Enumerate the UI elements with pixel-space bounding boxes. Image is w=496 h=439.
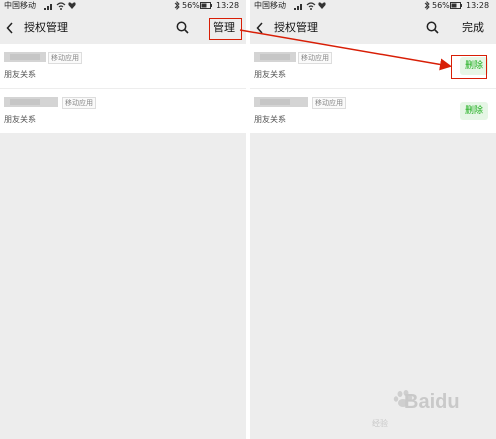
wifi-icon [306,2,316,10]
clock: 13:28 [466,1,490,10]
delete-button[interactable]: 删除 [460,102,488,120]
carrier-label: 中国移动 [4,1,36,10]
permission-label: 朋友关系 [4,115,36,124]
carrier-label: 中国移动 [254,1,286,10]
app-name-blurred [254,52,296,62]
heart-icon [68,2,76,9]
app-type-tag: 移动应用 [62,97,96,109]
signal-icon [44,4,52,10]
battery-icon [450,2,462,9]
app-name-blurred [4,52,46,62]
bluetooth-icon [174,1,180,10]
battery-percent: 56% [432,1,450,10]
watermark-text: Baidu [404,391,460,413]
list-item[interactable]: 移动应用 朋友关系 [0,44,246,88]
app-type-tag: 移动应用 [298,52,332,64]
back-arrow-icon[interactable] [256,22,264,34]
list-item: 移动应用 朋友关系 删除 [250,88,496,133]
heart-icon [318,2,326,9]
battery-percent: 56% [182,1,200,10]
done-button[interactable]: 完成 [462,20,484,36]
bluetooth-icon [424,1,430,10]
app-type-tag: 移动应用 [48,52,82,64]
permission-label: 朋友关系 [4,70,36,79]
app-name-blurred [4,97,58,107]
manage-highlight-box [209,18,242,40]
app-type-tag: 移动应用 [312,97,346,109]
wifi-icon [56,2,66,10]
permission-label: 朋友关系 [254,115,286,124]
signal-icon [294,4,302,10]
page-title: 授权管理 [24,21,68,34]
left-screen: 中国移动 56% 13:28 授权管理 管理 移动应用 朋友关系 移动应用 朋友… [0,0,246,439]
battery-icon [200,2,212,9]
clock: 13:28 [216,1,240,10]
delete-highlight-box [451,55,487,79]
status-bar: 中国移动 56% 13:28 [0,0,246,12]
app-name-blurred [254,97,308,107]
back-arrow-icon[interactable] [6,22,14,34]
nav-bar: 授权管理 完成 [250,12,496,44]
authorization-list: 移动应用 朋友关系 移动应用 朋友关系 [0,44,246,133]
search-icon[interactable] [176,21,189,34]
permission-label: 朋友关系 [254,70,286,79]
list-item[interactable]: 移动应用 朋友关系 [0,88,246,133]
status-bar: 中国移动 56% 13:28 [250,0,496,12]
watermark-subtext: 经验 [372,419,388,428]
search-icon[interactable] [426,21,439,34]
page-title: 授权管理 [274,21,318,34]
